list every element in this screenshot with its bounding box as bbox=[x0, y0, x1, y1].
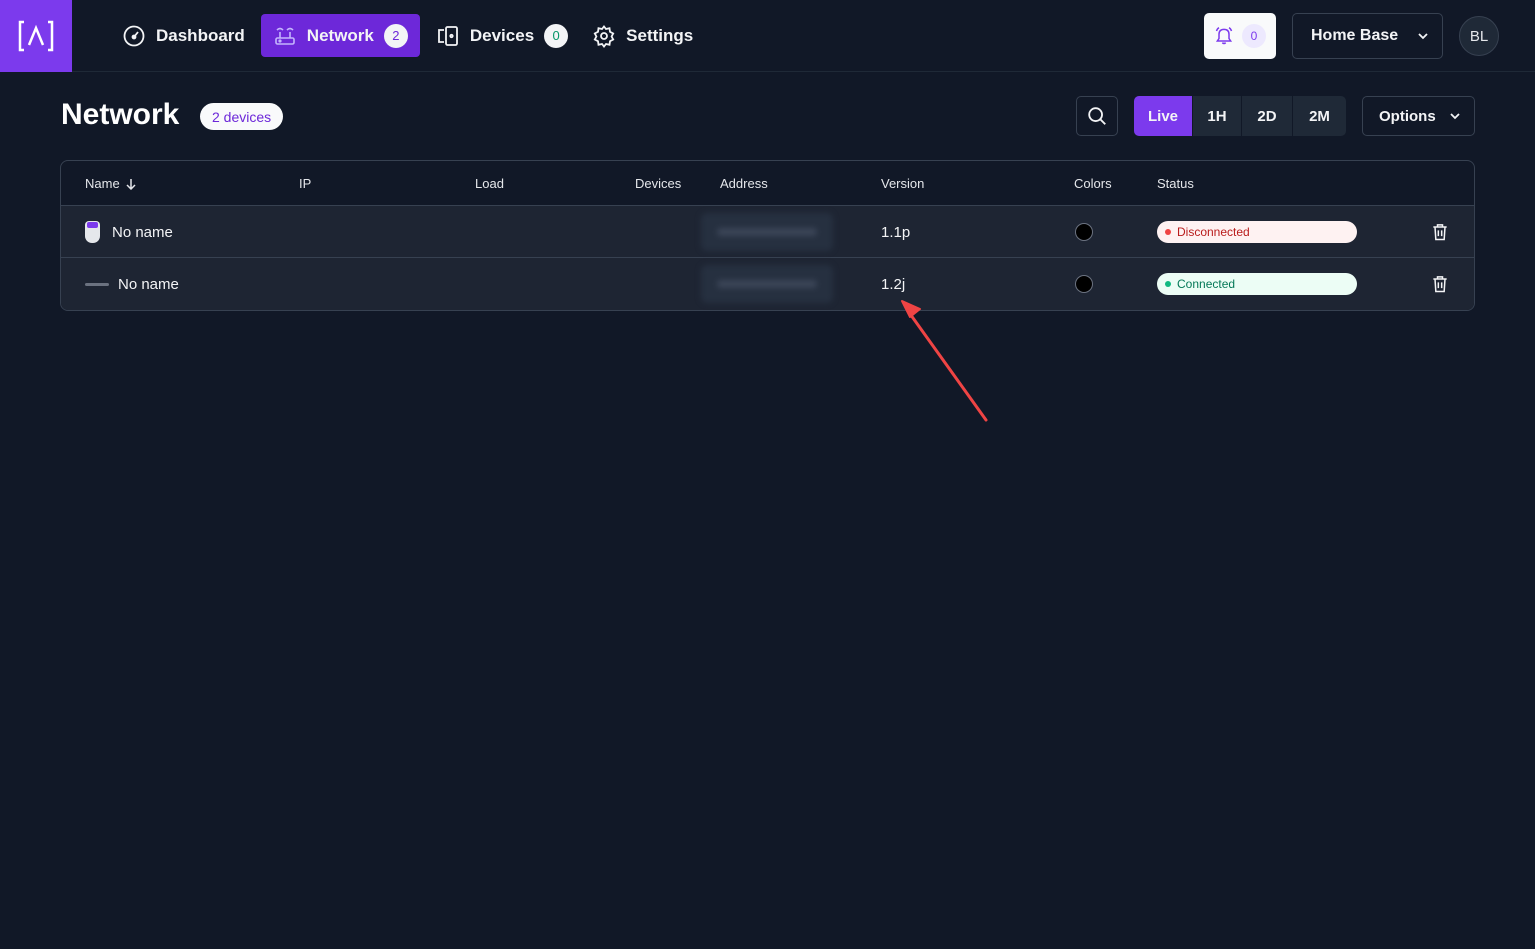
chevron-down-icon bbox=[1450, 113, 1460, 120]
status-label: Disconnected bbox=[1177, 225, 1250, 239]
color-cell bbox=[1075, 206, 1093, 258]
router-icon bbox=[274, 27, 295, 45]
nav-dashboard-label: Dashboard bbox=[156, 25, 245, 45]
nav-settings-label: Settings bbox=[626, 25, 694, 45]
page-title: Network bbox=[61, 98, 180, 131]
nav-devices-count-badge: 0 bbox=[544, 23, 569, 48]
app-logo[interactable] bbox=[0, 0, 72, 72]
address-redacted-bar bbox=[717, 228, 817, 236]
nav-dashboard[interactable]: Dashboard bbox=[114, 14, 253, 57]
column-header-address[interactable]: Address bbox=[720, 176, 768, 191]
nav-devices[interactable]: Devices 0 bbox=[428, 14, 576, 57]
name-cell: No name bbox=[85, 206, 173, 258]
column-header-ip[interactable]: IP bbox=[299, 176, 311, 191]
color-cell bbox=[1075, 258, 1093, 310]
delete-button[interactable] bbox=[1430, 258, 1450, 310]
annotation-arrow-icon bbox=[901, 300, 988, 422]
time-range-toggle: Live 1H 2D 2M bbox=[1134, 96, 1346, 136]
notifications-button[interactable]: 0 bbox=[1204, 13, 1276, 59]
table-row[interactable]: No name 1.1p Disconnected bbox=[61, 206, 1474, 258]
home-base-label: Home Base bbox=[1311, 27, 1399, 44]
status-badge: Disconnected bbox=[1157, 221, 1357, 243]
version-cell: 1.1p bbox=[881, 223, 911, 241]
name-cell: No name bbox=[85, 258, 179, 310]
strip-device-icon bbox=[85, 282, 109, 286]
range-2m-button[interactable]: 2M bbox=[1293, 96, 1346, 136]
network-table: Name IP Load Devices Address Version Col… bbox=[60, 160, 1475, 311]
avatar-initials: BL bbox=[1469, 27, 1489, 45]
nav-network-label: Network bbox=[306, 25, 374, 45]
trash-icon bbox=[1433, 276, 1447, 293]
table-row[interactable]: No name 1.2j Connected bbox=[61, 258, 1474, 310]
dashboard-gauge-icon bbox=[123, 25, 145, 46]
nav-network-count-badge: 2 bbox=[383, 23, 408, 48]
pro-device-icon bbox=[85, 221, 100, 243]
device-name: No name bbox=[118, 275, 179, 293]
status-dot-icon bbox=[1165, 281, 1171, 287]
status-cell: Connected bbox=[1157, 258, 1357, 310]
device-name: No name bbox=[112, 223, 173, 241]
notifications-count: 0 bbox=[1242, 24, 1266, 48]
range-1h-button[interactable]: 1H bbox=[1193, 96, 1242, 136]
main-nav: Dashboard Network 2 Devices 0 Settings bbox=[114, 14, 701, 57]
column-header-devices[interactable]: Devices bbox=[635, 176, 681, 191]
logo-icon bbox=[18, 20, 54, 51]
color-swatch[interactable] bbox=[1075, 223, 1093, 241]
column-header-version[interactable]: Version bbox=[881, 176, 924, 191]
options-button[interactable]: Options bbox=[1362, 96, 1475, 136]
range-live-button[interactable]: Live bbox=[1134, 96, 1193, 136]
bell-icon bbox=[1215, 26, 1233, 45]
address-redacted-bar bbox=[717, 280, 817, 288]
color-swatch[interactable] bbox=[1075, 275, 1093, 293]
table-header: Name IP Load Devices Address Version Col… bbox=[61, 161, 1474, 206]
address-redacted bbox=[701, 265, 833, 303]
nav-settings[interactable]: Settings bbox=[584, 14, 701, 57]
home-base-select[interactable]: Home Base bbox=[1292, 13, 1443, 59]
user-avatar[interactable]: BL bbox=[1459, 16, 1499, 56]
column-header-name-label: Name bbox=[85, 176, 120, 191]
options-label: Options bbox=[1379, 107, 1436, 125]
nav-network[interactable]: Network 2 bbox=[260, 14, 420, 57]
chevron-down-icon bbox=[1418, 33, 1428, 40]
status-badge: Connected bbox=[1157, 273, 1357, 295]
search-button[interactable] bbox=[1076, 96, 1118, 136]
devices-count-badge: 2 devices bbox=[200, 103, 284, 130]
range-2d-button[interactable]: 2D bbox=[1242, 96, 1293, 136]
status-cell: Disconnected bbox=[1157, 206, 1357, 258]
column-header-name[interactable]: Name bbox=[85, 176, 137, 191]
gear-icon bbox=[593, 24, 615, 48]
address-redacted bbox=[701, 213, 833, 251]
top-navigation-bar: Dashboard Network 2 Devices 0 Settings 0… bbox=[0, 0, 1535, 72]
column-header-status[interactable]: Status bbox=[1157, 176, 1194, 191]
devices-icon bbox=[437, 25, 458, 46]
status-label: Connected bbox=[1177, 277, 1236, 291]
status-dot-icon bbox=[1165, 229, 1171, 235]
column-header-colors[interactable]: Colors bbox=[1074, 176, 1112, 191]
trash-icon bbox=[1433, 224, 1447, 241]
nav-devices-label: Devices bbox=[469, 25, 535, 45]
delete-button[interactable] bbox=[1430, 206, 1450, 258]
search-icon bbox=[1088, 107, 1106, 125]
column-header-load[interactable]: Load bbox=[475, 176, 504, 191]
sort-arrow-down-icon bbox=[126, 178, 136, 190]
